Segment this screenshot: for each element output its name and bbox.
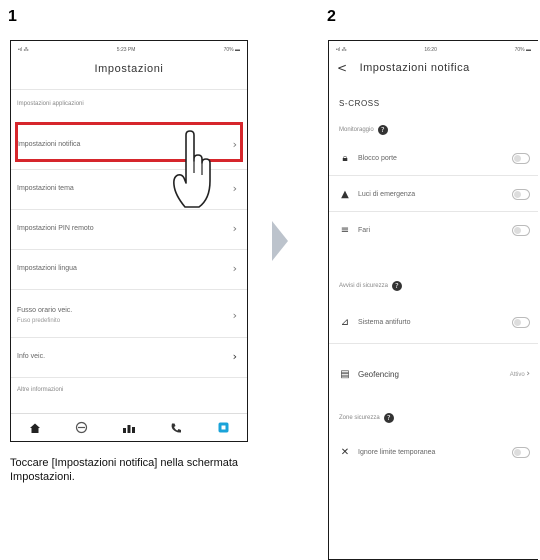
settings-item-remote-pin[interactable]: Impostazioni PIN remoto › bbox=[11, 213, 247, 243]
chevron-right-icon: › bbox=[232, 349, 237, 363]
section-label: Zone sicurezza bbox=[339, 415, 380, 421]
chevron-right-icon: › bbox=[232, 308, 237, 322]
settings-item-label: Info veic. bbox=[17, 352, 46, 360]
phone-screen-notification-settings: •ıl ⁂ 16:20 70% ▬ < Impostazioni notific… bbox=[328, 40, 538, 560]
chevron-right-icon: › bbox=[232, 261, 237, 275]
settings-item-vehicle-timezone[interactable]: Fusso orario veic. Fuso predefinito › bbox=[11, 297, 247, 333]
settings-item-label: Fusso orario veic. bbox=[17, 306, 73, 314]
divider bbox=[11, 377, 247, 378]
section-header-monitoring: Monitoraggio ? bbox=[339, 125, 388, 135]
notification-row-door-lock: 🔒︎ Blocco porte bbox=[329, 143, 538, 173]
step-number-2: 2 bbox=[327, 8, 336, 25]
settings-item-label: Impostazioni tema bbox=[17, 184, 74, 192]
divider bbox=[329, 175, 538, 176]
map-icon: ▤ bbox=[340, 368, 350, 380]
settings-item-sublabel: Fuso predefinito bbox=[17, 317, 61, 324]
settings-icon[interactable] bbox=[213, 418, 233, 438]
signal-status: •ıl ⁂ bbox=[336, 47, 347, 53]
home-icon[interactable] bbox=[25, 418, 45, 438]
back-button[interactable]: < bbox=[337, 61, 348, 75]
row-label: Geofencing bbox=[358, 369, 399, 379]
chevron-right-icon: › bbox=[232, 181, 237, 195]
notification-row-headlights: ≡ Fari bbox=[329, 215, 538, 245]
door-lock-toggle[interactable] bbox=[512, 152, 530, 164]
row-label: Fari bbox=[358, 226, 371, 234]
clock: 5:23 PM bbox=[116, 47, 136, 53]
section-label-app-settings: Impostazioni applicazioni bbox=[17, 101, 84, 107]
battery-status: 70% ▬ bbox=[514, 47, 531, 53]
divider bbox=[329, 343, 538, 344]
headlights-toggle[interactable] bbox=[512, 224, 530, 236]
door-lock-icon: 🔒︎ bbox=[342, 152, 348, 164]
row-label: Sistema antifurto bbox=[358, 318, 411, 326]
divider bbox=[329, 211, 538, 212]
signal-status: •ıl ⁂ bbox=[18, 47, 29, 53]
divider bbox=[11, 249, 247, 250]
notification-row-antitheft: ⊿ Sistema antifurto bbox=[329, 307, 538, 337]
hazard-toggle[interactable] bbox=[512, 188, 530, 200]
step-arrow bbox=[272, 221, 288, 261]
vehicle-name: S-CROSS bbox=[339, 99, 380, 108]
header: < Impostazioni notifica bbox=[329, 59, 538, 77]
temp-limit-toggle[interactable] bbox=[512, 446, 530, 458]
row-label: Blocco porte bbox=[358, 154, 397, 162]
hazard-icon: ▲ bbox=[341, 188, 349, 200]
phone-screen-settings: •ıl ⁂ 5:23 PM 70% ▬ Impostazioni Imposta… bbox=[10, 40, 248, 442]
alarm-icon: ⊿ bbox=[340, 316, 350, 328]
page-title: Impostazioni bbox=[94, 63, 164, 75]
section-label-other-info: Altre informazioni bbox=[17, 387, 64, 393]
divider bbox=[11, 337, 247, 338]
geofencing-row[interactable]: ▤ Geofencing Attivo › bbox=[329, 359, 538, 389]
pointing-hand-icon bbox=[173, 130, 211, 208]
settings-item-language[interactable]: Impostazioni lingua › bbox=[11, 253, 247, 283]
row-label: Luci di emergenza bbox=[358, 190, 416, 198]
bottom-tab-bar bbox=[11, 413, 247, 441]
tools-icon: ✕ bbox=[340, 446, 350, 458]
settings-item-label: Impostazioni lingua bbox=[17, 264, 77, 272]
notification-row-hazard: ▲ Luci di emergenza bbox=[329, 179, 538, 209]
battery-status: 70% ▬ bbox=[223, 47, 240, 53]
row-label: Ignore limite temporanea bbox=[358, 448, 436, 456]
section-header-zones: Zone sicurezza ? bbox=[339, 413, 394, 423]
headlight-icon: ≡ bbox=[340, 224, 350, 236]
status-bar: •ıl ⁂ 5:23 PM 70% ▬ bbox=[11, 41, 247, 59]
help-icon[interactable]: ? bbox=[383, 413, 394, 423]
divider bbox=[11, 289, 247, 290]
phone-icon[interactable] bbox=[166, 418, 186, 438]
chevron-right-icon: › bbox=[232, 221, 237, 235]
status-bar: •ıl ⁂ 16:20 70% ▬ bbox=[329, 41, 538, 59]
settings-item-vehicle-info[interactable]: Info veic. › bbox=[11, 341, 247, 371]
help-icon[interactable]: ? bbox=[391, 281, 402, 291]
antitheft-toggle[interactable] bbox=[512, 316, 530, 328]
geofencing-value: Attivo › bbox=[509, 369, 530, 379]
section-label: Monitoraggio bbox=[339, 127, 374, 133]
settings-item-label: Impostazioni PIN remoto bbox=[17, 224, 94, 232]
help-icon[interactable]: ? bbox=[377, 125, 388, 135]
step-1-caption: Toccare [Impostazioni notifica] nella sc… bbox=[10, 457, 239, 483]
section-label: Avvisi di sicurezza bbox=[339, 283, 388, 289]
page-title: Impostazioni notifica bbox=[359, 62, 470, 74]
section-header-security: Avvisi di sicurezza ? bbox=[339, 281, 402, 291]
divider bbox=[11, 89, 247, 90]
location-icon[interactable] bbox=[72, 418, 92, 438]
clock: 16:20 bbox=[424, 47, 437, 53]
stats-icon[interactable] bbox=[119, 418, 139, 438]
chevron-right-icon: › bbox=[526, 369, 530, 379]
step-number-1: 1 bbox=[8, 8, 17, 25]
notification-row-temp-limit: ✕ Ignore limite temporanea bbox=[329, 437, 538, 467]
